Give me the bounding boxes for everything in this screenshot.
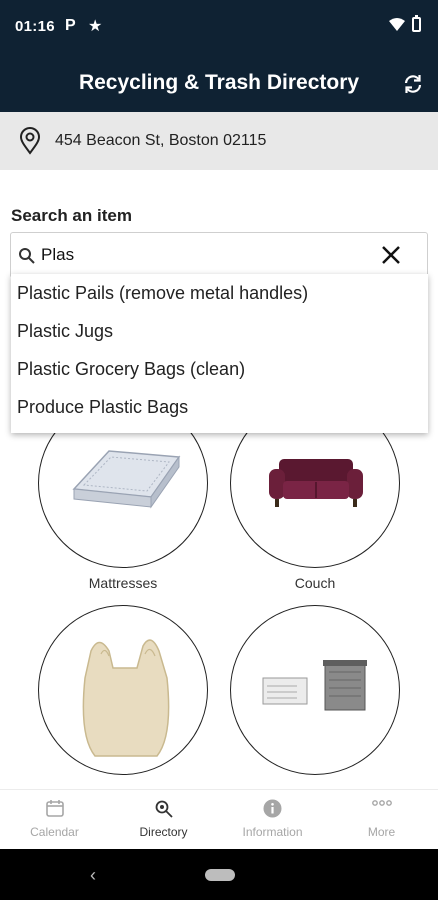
suggestion-item[interactable]: Plastic Pails (remove metal handles) — [17, 283, 308, 304]
search-box[interactable] — [10, 232, 428, 278]
info-icon — [263, 799, 282, 818]
air-conditioner-tile[interactable] — [230, 605, 400, 775]
search-suggestions: Plastic Pails (remove metal handles) Pla… — [11, 274, 428, 433]
status-time: 01:16 — [15, 18, 55, 35]
star-notification-icon: ★ — [88, 18, 103, 35]
search-label: Search an item — [11, 206, 132, 225]
nav-calendar-label: Calendar — [30, 825, 79, 839]
nav-more[interactable]: More — [327, 790, 436, 850]
air-conditioner-image — [262, 660, 367, 711]
calendar-icon — [45, 800, 64, 817]
parking-notification-icon: P — [65, 17, 76, 34]
nav-information-label: Information — [242, 825, 303, 839]
suggestion-item[interactable]: Plastic Jugs — [17, 321, 113, 342]
address-text: 454 Beacon St, Boston 02115 — [55, 132, 267, 149]
app-bar: Recycling & Trash Directory — [0, 56, 438, 112]
wifi-icon — [389, 18, 405, 31]
search-icon — [19, 248, 35, 264]
plastic-bag-tile[interactable] — [38, 605, 208, 775]
more-icon — [371, 800, 392, 806]
clear-icon[interactable] — [381, 245, 401, 265]
bottom-navigation: Calendar Directory Information More — [0, 789, 438, 849]
couch-label: Couch — [294, 575, 336, 591]
plastic-bag-image — [82, 639, 170, 757]
suggestion-item[interactable]: Plastic Grocery Bags (clean) — [17, 359, 245, 380]
nav-calendar[interactable]: Calendar — [0, 790, 109, 850]
refresh-icon[interactable] — [401, 72, 425, 96]
status-bar: 01:16 P ★ — [0, 0, 438, 56]
location-pin-icon — [19, 127, 41, 155]
nav-information[interactable]: Information — [218, 790, 327, 850]
nav-more-label: More — [367, 825, 396, 839]
nav-directory[interactable]: Directory — [109, 790, 218, 850]
home-pill[interactable] — [205, 869, 235, 881]
search-input[interactable] — [41, 243, 361, 267]
suggestion-item[interactable]: Produce Plastic Bags — [17, 397, 188, 418]
screen: 01:16 P ★ Recycling & Trash Directory 45… — [0, 0, 438, 900]
system-navigation-bar: ‹ — [0, 849, 438, 900]
nav-directory-label: Directory — [139, 825, 188, 839]
address-bar[interactable]: 454 Beacon St, Boston 02115 — [0, 112, 438, 170]
mattress-label: Mattresses — [88, 575, 158, 591]
back-icon[interactable]: ‹ — [90, 865, 96, 886]
search-icon — [155, 800, 173, 818]
page-title: Recycling & Trash Directory — [78, 71, 360, 94]
battery-icon — [412, 15, 421, 32]
